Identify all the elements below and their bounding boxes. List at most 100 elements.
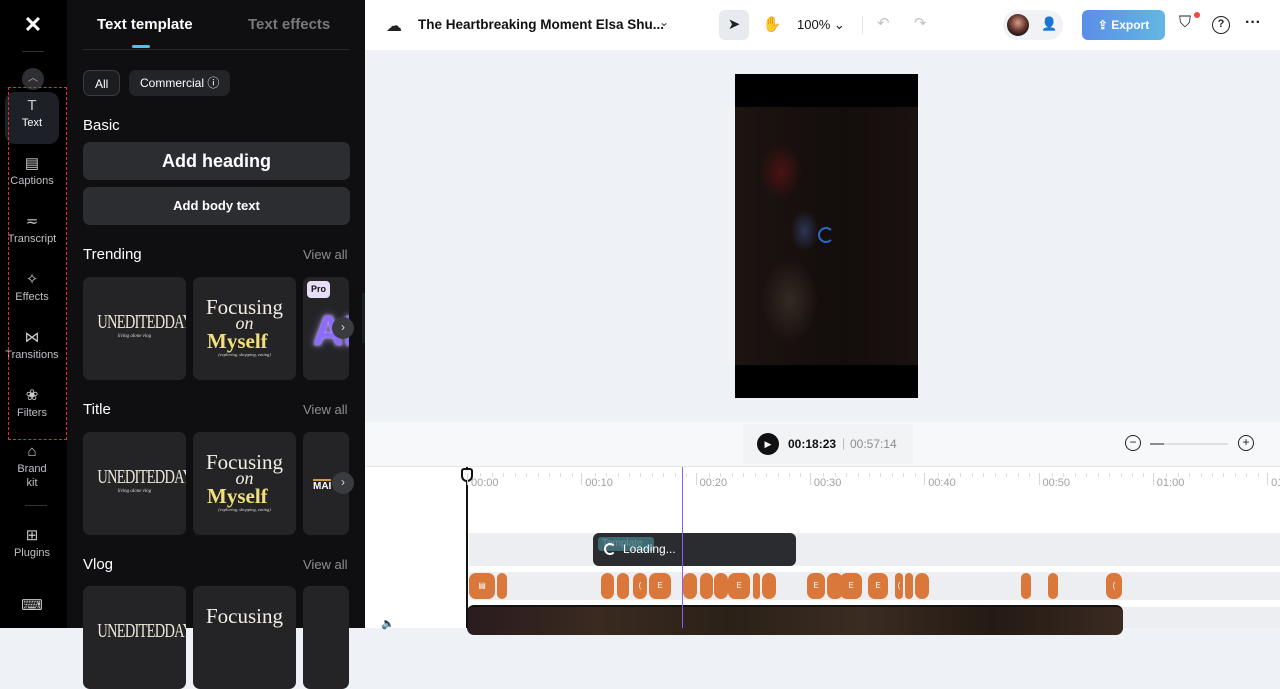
carousel-next-button[interactable]: › bbox=[332, 317, 354, 339]
keyboard-shortcuts-button[interactable]: ⌨ bbox=[5, 592, 59, 620]
video-clip[interactable] bbox=[467, 605, 1123, 635]
avatar[interactable] bbox=[1007, 14, 1029, 36]
hand-icon: ✋ bbox=[762, 16, 782, 33]
project-title[interactable]: The Heartbreaking Moment Elsa Shu... bbox=[418, 17, 664, 32]
select-tool-button[interactable]: ➤ bbox=[719, 10, 749, 40]
text-clip[interactable]: ( bbox=[1106, 573, 1122, 599]
template-card-focusing[interactable]: Focusing on Myself (exploring, shopping,… bbox=[193, 432, 296, 535]
rail-item-transitions[interactable]: ⋈ Transitions bbox=[5, 324, 59, 376]
rail-item-text[interactable]: T Text bbox=[5, 92, 59, 144]
template-card-unedited[interactable]: UNEDITEDDAY living alone vlog bbox=[83, 432, 186, 535]
text-clip[interactable]: E bbox=[728, 573, 750, 599]
play-button[interactable]: ▶ bbox=[757, 433, 779, 455]
tick-label: 00:30 bbox=[813, 477, 842, 489]
tick-label: 00:40 bbox=[928, 477, 956, 489]
total-time: 00:57:14 bbox=[850, 437, 897, 451]
tick-minor bbox=[1097, 473, 1099, 477]
text-clip[interactable]: E bbox=[868, 573, 888, 599]
tick-minor bbox=[1246, 473, 1248, 477]
tick-label: 00:20 bbox=[699, 477, 728, 489]
more-options-icon[interactable]: ··· bbox=[1245, 14, 1261, 32]
rail-label: Transcript bbox=[7, 233, 57, 245]
shield-device-icon[interactable]: ⛉ bbox=[1179, 14, 1191, 32]
rail-label: Effects bbox=[15, 291, 49, 303]
tick-minor bbox=[891, 473, 893, 477]
tick-minor bbox=[720, 473, 722, 477]
tick-minor bbox=[971, 473, 973, 477]
text-clip[interactable] bbox=[753, 573, 760, 599]
tick-minor bbox=[1120, 473, 1122, 477]
rail-item-filters[interactable]: ❀ Filters bbox=[5, 382, 59, 434]
text-clip[interactable]: ( bbox=[633, 573, 647, 599]
text-clip[interactable] bbox=[1048, 573, 1058, 599]
tab-text-template[interactable]: Text template bbox=[97, 16, 193, 33]
view-all-vlog-link[interactable]: View all bbox=[303, 557, 348, 572]
cloud-sync-icon[interactable]: ☁ bbox=[386, 16, 402, 36]
text-clip[interactable] bbox=[700, 573, 713, 599]
timeline-zoom-slider[interactable] bbox=[1150, 443, 1228, 445]
text-clip[interactable] bbox=[497, 573, 507, 599]
carousel-next-button[interactable]: › bbox=[332, 472, 354, 494]
template-card-focusing[interactable]: Focusing bbox=[193, 586, 296, 689]
export-label: Export bbox=[1111, 18, 1150, 32]
timeline[interactable]: Template Loading... 🔈 00:00 00:10 00:20 00:… bbox=[365, 467, 1280, 635]
view-all-title-link[interactable]: View all bbox=[303, 402, 348, 417]
chevron-down-icon[interactable]: ⌄ bbox=[659, 15, 669, 29]
view-all-trending-link[interactable]: View all bbox=[303, 247, 348, 262]
filter-chip-all[interactable]: All bbox=[83, 70, 121, 96]
text-clip[interactable]: E bbox=[840, 573, 862, 599]
mute-icon[interactable]: 🔈 bbox=[381, 617, 395, 630]
add-heading-button[interactable]: Add heading bbox=[83, 142, 350, 180]
text-panel: Text template Text effects All Commercia… bbox=[67, 0, 365, 689]
undo-icon[interactable]: ↶ bbox=[877, 14, 890, 32]
text-clip[interactable] bbox=[714, 573, 728, 599]
text-clip[interactable] bbox=[1021, 573, 1031, 599]
tick-minor bbox=[1017, 473, 1019, 477]
zoom-in-icon[interactable]: + bbox=[1238, 435, 1254, 451]
section-title-title: Title bbox=[83, 401, 111, 418]
tick-minor bbox=[914, 473, 916, 477]
add-user-icon[interactable]: 👤 bbox=[1041, 16, 1057, 32]
export-button[interactable]: ⇪ Export bbox=[1082, 10, 1165, 40]
tick-minor bbox=[766, 473, 768, 477]
template-track[interactable] bbox=[469, 533, 1280, 566]
chevron-down-icon: ⌄ bbox=[833, 17, 845, 32]
rail-scroll-up-button[interactable]: ︿ bbox=[22, 68, 44, 90]
tick-minor bbox=[1131, 473, 1133, 477]
tick-major bbox=[924, 473, 926, 485]
loading-spinner-icon bbox=[818, 227, 834, 243]
template-card-unedited[interactable]: UNEDITEDDAY bbox=[83, 586, 186, 689]
template-card-focusing[interactable]: Focusing on Myself (exploring, shopping,… bbox=[193, 277, 296, 380]
capcut-logo-icon[interactable]: ✕ bbox=[20, 14, 46, 36]
add-body-text-button[interactable]: Add body text bbox=[83, 187, 350, 225]
text-clip[interactable] bbox=[762, 573, 776, 599]
text-clip[interactable] bbox=[617, 573, 629, 599]
text-clip[interactable]: ▤ bbox=[469, 573, 495, 599]
tick-minor bbox=[789, 473, 791, 477]
text-clip[interactable]: ( bbox=[895, 573, 903, 599]
hand-tool-button[interactable]: ✋ bbox=[757, 10, 787, 40]
rail-item-brand-kit[interactable]: ⌂ Brand kit bbox=[5, 438, 59, 494]
rail-item-captions[interactable]: ▤ Captions bbox=[5, 150, 59, 202]
text-clip[interactable]: E bbox=[649, 573, 671, 599]
text-clip[interactable] bbox=[683, 573, 697, 599]
video-preview[interactable] bbox=[735, 74, 918, 398]
text-clip[interactable]: E bbox=[807, 573, 825, 599]
zoom-level-dropdown[interactable]: 100% ⌄ bbox=[797, 17, 845, 33]
template-card-partial[interactable] bbox=[303, 586, 349, 689]
rail-item-transcript[interactable]: ≂ Transcript bbox=[5, 208, 59, 260]
rail-item-plugins[interactable]: ⊞ Plugins bbox=[5, 522, 59, 574]
tab-text-effects[interactable]: Text effects bbox=[248, 16, 330, 33]
rail-item-effects[interactable]: ✧ Effects bbox=[5, 266, 59, 318]
tick-minor bbox=[629, 473, 631, 477]
panel-tabs: Text template Text effects bbox=[83, 0, 349, 50]
redo-icon[interactable]: ↷ bbox=[914, 14, 927, 32]
text-clip[interactable] bbox=[915, 573, 929, 599]
text-clip[interactable] bbox=[601, 573, 614, 599]
help-icon[interactable]: ? bbox=[1212, 16, 1230, 34]
tick-minor bbox=[754, 473, 756, 477]
filter-chip-commercial[interactable]: Commercial ⓘ bbox=[129, 70, 231, 96]
zoom-out-icon[interactable]: − bbox=[1125, 435, 1141, 451]
template-card-unedited[interactable]: UNEDITEDDAY living alone vlog bbox=[83, 277, 186, 380]
text-clip[interactable] bbox=[905, 573, 913, 599]
